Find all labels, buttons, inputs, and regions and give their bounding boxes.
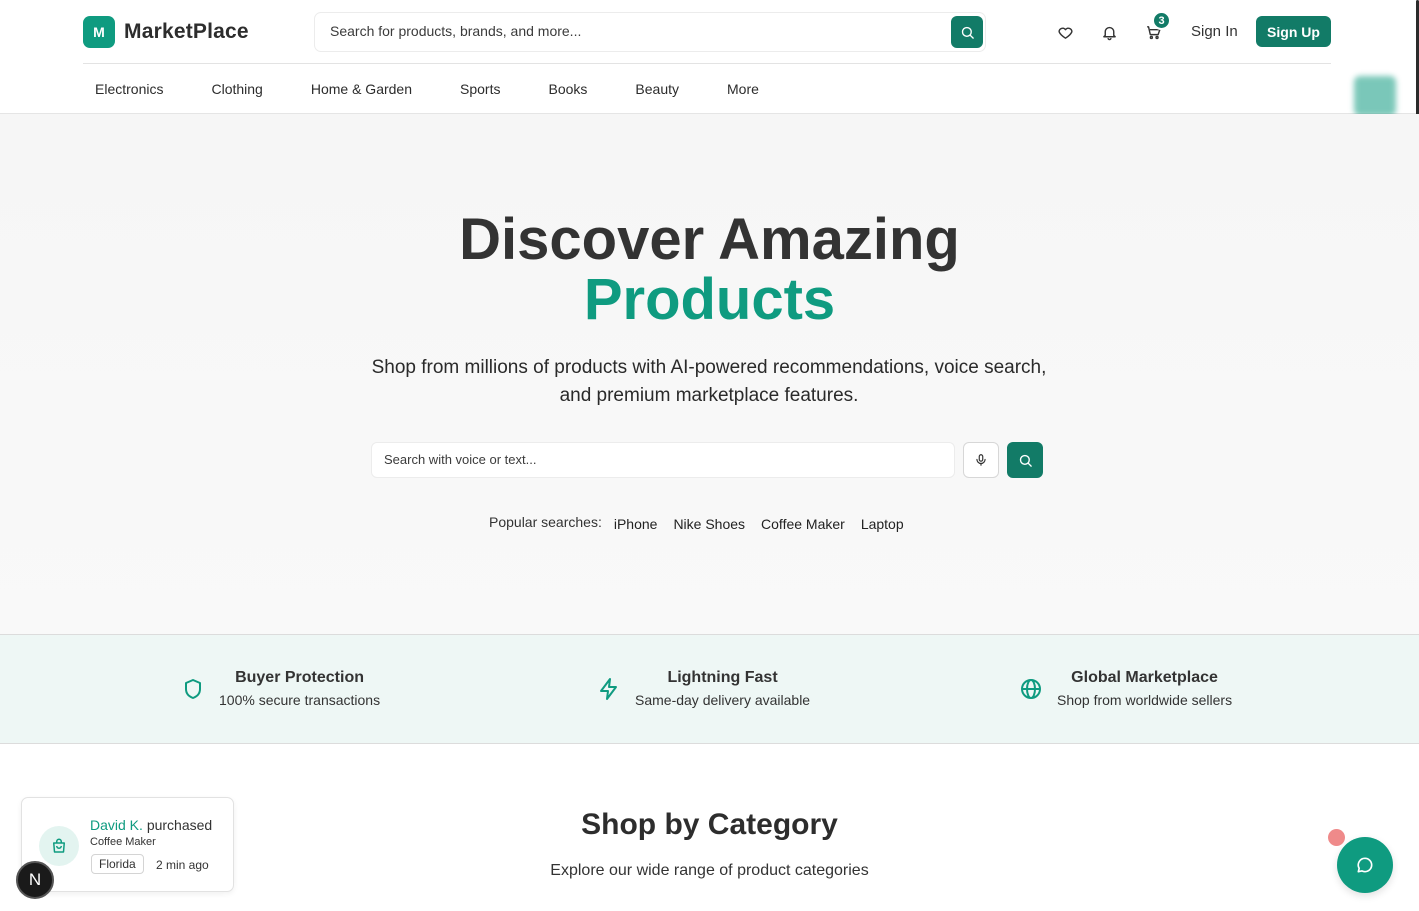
search-icon xyxy=(961,26,974,39)
feature-buyer-protection: Buyer Protection 100% secure transaction… xyxy=(181,669,380,708)
feature-desc: Shop from worldwide sellers xyxy=(1057,692,1233,708)
category-nav: Electronics Clothing Home & Garden Sport… xyxy=(83,64,795,113)
nav-item-beauty[interactable]: Beauty xyxy=(635,81,679,97)
shield-icon xyxy=(185,678,201,699)
cart-count-badge: 3 xyxy=(1152,11,1171,30)
feature-title: Global Marketplace xyxy=(1071,669,1218,686)
popular-search-coffee-maker[interactable]: Coffee Maker xyxy=(761,512,845,532)
purchase-time: 2 min ago xyxy=(156,858,209,872)
chat-bubble-icon xyxy=(1357,857,1373,873)
chat-notification-dot xyxy=(1328,829,1345,846)
nav-item-home-garden[interactable]: Home & Garden xyxy=(311,81,412,97)
signin-button[interactable]: Sign In xyxy=(1191,23,1238,40)
popular-searches-label: Popular searches: xyxy=(489,514,602,530)
purchased-product: Coffee Maker xyxy=(90,836,156,848)
heart-icon xyxy=(1057,27,1073,39)
hero-title: Discover Amazing Products xyxy=(0,210,1419,330)
cart-button[interactable]: 3 xyxy=(1141,11,1171,44)
blurred-floating-element xyxy=(1354,76,1396,116)
site-header: M MarketPlace 3 Sign In Sign Up Electron… xyxy=(0,0,1419,114)
nav-item-more[interactable]: More xyxy=(727,81,759,97)
hero-search-input[interactable] xyxy=(384,452,934,467)
feature-global-marketplace: Global Marketplace Shop from worldwide s… xyxy=(1019,669,1232,708)
buyer-location-badge: Florida xyxy=(91,854,144,874)
logo-badge: M xyxy=(83,16,115,48)
nav-item-books[interactable]: Books xyxy=(548,81,587,97)
popular-searches: Popular searches: iPhone Nike Shoes Coff… xyxy=(489,512,920,532)
voice-search-button[interactable] xyxy=(963,442,999,478)
popular-search-laptop[interactable]: Laptop xyxy=(861,512,904,532)
feature-desc: Same-day delivery available xyxy=(635,692,811,708)
notification-text: David K. purchased xyxy=(90,817,212,833)
hero-search-box xyxy=(371,442,955,478)
features-bar: Buyer Protection 100% secure transaction… xyxy=(0,634,1419,744)
nav-item-electronics[interactable]: Electronics xyxy=(95,81,163,97)
shopping-bag-icon xyxy=(39,826,79,866)
buyer-name: David K. xyxy=(90,817,143,833)
microphone-icon xyxy=(976,454,986,466)
hero-search-button[interactable] xyxy=(1007,442,1043,478)
feature-lightning-fast: Lightning Fast Same-day delivery availab… xyxy=(597,669,810,708)
hero-section: Discover Amazing Products Shop from mill… xyxy=(0,114,1419,634)
hero-title-line1: Discover Amazing xyxy=(459,207,960,272)
search-icon xyxy=(1019,454,1032,467)
dev-tools-badge[interactable]: N xyxy=(16,861,54,899)
globe-icon xyxy=(1021,678,1041,699)
popular-search-nike-shoes[interactable]: Nike Shoes xyxy=(673,512,745,532)
header-search-button[interactable] xyxy=(951,16,983,48)
top-bar: M MarketPlace 3 Sign In Sign Up xyxy=(83,0,1331,64)
nav-item-sports[interactable]: Sports xyxy=(460,81,500,97)
bell-icon xyxy=(1102,26,1116,40)
signup-button[interactable]: Sign Up xyxy=(1256,16,1331,47)
popular-search-iphone[interactable]: iPhone xyxy=(614,512,658,532)
hero-title-line2: Products xyxy=(583,267,836,332)
chat-button[interactable] xyxy=(1337,837,1393,893)
feature-title: Lightning Fast xyxy=(667,669,778,686)
logo[interactable]: M MarketPlace xyxy=(83,16,249,48)
feature-desc: 100% secure transactions xyxy=(219,692,381,708)
hero-subtitle: Shop from millions of products with AI-p… xyxy=(371,357,1047,406)
header-search-box xyxy=(314,12,986,52)
lightning-icon xyxy=(600,677,617,700)
notifications-button[interactable] xyxy=(1097,20,1121,44)
nav-item-clothing[interactable]: Clothing xyxy=(211,81,262,97)
brand-name: MarketPlace xyxy=(124,20,249,43)
purchase-action: purchased xyxy=(146,817,213,833)
wishlist-button[interactable] xyxy=(1053,20,1077,44)
header-search-input[interactable] xyxy=(330,23,930,39)
feature-title: Buyer Protection xyxy=(235,669,364,686)
